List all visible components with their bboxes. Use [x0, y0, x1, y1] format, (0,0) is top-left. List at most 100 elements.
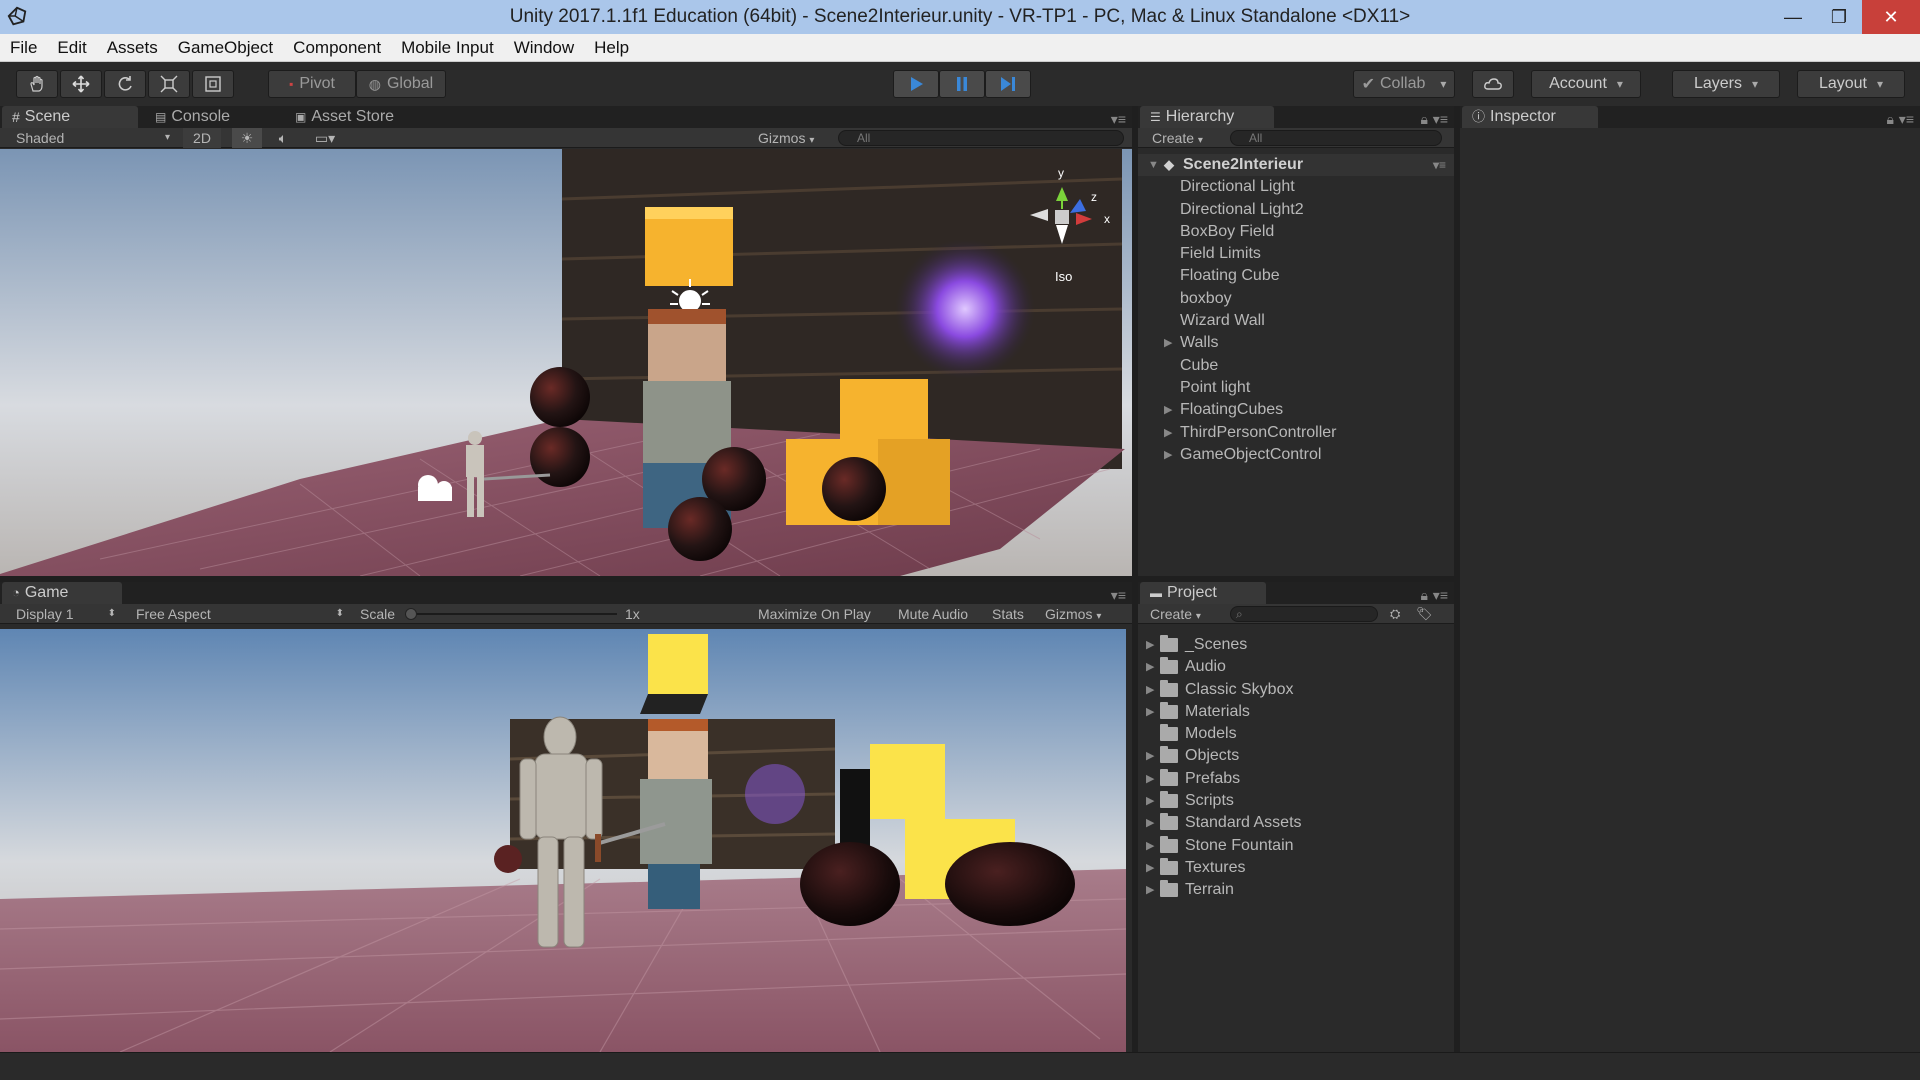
scene-options-icon[interactable]: ▾≡: [1433, 154, 1446, 176]
audio-toggle-icon[interactable]: 🔈︎: [268, 128, 298, 148]
scene-root-row[interactable]: ▼ ◆ Scene2Interieur ▾≡: [1138, 154, 1454, 177]
collab-dropdown[interactable]: ✔ Collab: [1353, 70, 1455, 98]
expand-arrow-icon[interactable]: ▶: [1164, 399, 1172, 421]
project-folder-item[interactable]: ▶ Terrain: [1138, 879, 1454, 901]
aspect-dropdown[interactable]: Free Aspect ⬍: [136, 604, 348, 624]
expand-arrow-icon[interactable]: ▶: [1146, 857, 1154, 879]
tab-console[interactable]: ▤ Console: [145, 106, 240, 128]
project-create-dropdown[interactable]: Create ▾: [1150, 604, 1220, 624]
expand-arrow-icon[interactable]: ▶: [1146, 701, 1154, 723]
hierarchy-item[interactable]: ▶ FloatingCubes: [1138, 399, 1454, 421]
menu-component[interactable]: Component: [283, 34, 391, 61]
panel-menu-icon[interactable]: ▾≡: [1433, 587, 1448, 604]
slider-thumb[interactable]: [405, 608, 417, 620]
layout-dropdown[interactable]: Layout: [1797, 70, 1905, 98]
mute-audio-toggle[interactable]: Mute Audio: [898, 604, 968, 624]
menu-gameobject[interactable]: GameObject: [168, 34, 283, 61]
filter-by-label-icon[interactable]: 🏷︎: [1416, 604, 1433, 624]
tab-game[interactable]: ◔ Game: [2, 582, 122, 604]
maximize-on-play-toggle[interactable]: Maximize On Play: [758, 604, 871, 624]
shading-mode-dropdown[interactable]: Shaded ▾: [16, 128, 176, 148]
effects-dropdown-icon[interactable]: ▭▾: [305, 128, 345, 148]
hierarchy-item[interactable]: BoxBoy Field: [1138, 221, 1454, 243]
hierarchy-item[interactable]: boxboy: [1138, 288, 1454, 310]
expand-arrow-icon[interactable]: ▶: [1146, 679, 1154, 701]
lock-icon[interactable]: 🔒︎: [1887, 111, 1894, 128]
layers-dropdown[interactable]: Layers: [1672, 70, 1780, 98]
lock-icon[interactable]: 🔒︎: [1421, 587, 1428, 604]
tab-inspector[interactable]: ⓘ Inspector: [1462, 106, 1598, 128]
lighting-toggle-icon[interactable]: ☀: [232, 128, 262, 148]
project-folder-item[interactable]: ▶ Scripts: [1138, 790, 1454, 812]
gizmos-dropdown[interactable]: Gizmos ▾: [758, 128, 828, 148]
expand-arrow-icon[interactable]: ▶: [1146, 790, 1154, 812]
panel-menu-icon[interactable]: ▾≡: [1899, 111, 1914, 128]
expand-arrow-icon[interactable]: ▶: [1164, 332, 1172, 354]
project-folder-item[interactable]: ▶ Textures: [1138, 857, 1454, 879]
rect-tool-button[interactable]: [192, 70, 234, 98]
play-button[interactable]: [893, 70, 939, 98]
lock-icon[interactable]: 🔒︎: [1421, 111, 1428, 128]
project-folder-item[interactable]: ▶ Prefabs: [1138, 768, 1454, 790]
expand-arrow-icon[interactable]: ▶: [1146, 768, 1154, 790]
expand-arrow-icon[interactable]: ▶: [1164, 422, 1172, 444]
expand-arrow-icon[interactable]: ▼: [1148, 154, 1159, 176]
display-dropdown[interactable]: Display 1 ⬍: [16, 604, 120, 624]
panel-menu-icon[interactable]: ▾≡: [1111, 587, 1126, 604]
panel-menu-icon[interactable]: ▾≡: [1433, 111, 1448, 128]
account-dropdown[interactable]: Account: [1531, 70, 1641, 98]
panel-menu-icon[interactable]: ▾≡: [1111, 111, 1126, 128]
hierarchy-item[interactable]: Directional Light: [1138, 176, 1454, 198]
menu-assets[interactable]: Assets: [97, 34, 168, 61]
project-folder-item[interactable]: ▶ Classic Skybox: [1138, 679, 1454, 701]
game-gizmos-dropdown[interactable]: Gizmos ▾: [1045, 604, 1119, 624]
2d-toggle-button[interactable]: 2D: [183, 128, 221, 148]
expand-arrow-icon[interactable]: ▶: [1146, 634, 1154, 656]
menu-mobile-input[interactable]: Mobile Input: [391, 34, 504, 61]
global-toggle-button[interactable]: ◍ Global: [356, 70, 446, 98]
filter-by-type-icon[interactable]: ⛭: [1390, 604, 1400, 624]
expand-arrow-icon[interactable]: ▶: [1146, 879, 1154, 901]
hierarchy-create-dropdown[interactable]: Create ▾: [1152, 128, 1222, 148]
pivot-toggle-button[interactable]: ▪ Pivot: [268, 70, 356, 98]
menu-window[interactable]: Window: [504, 34, 584, 61]
menu-file[interactable]: File: [0, 34, 47, 61]
hierarchy-search-input[interactable]: All: [1230, 130, 1442, 146]
tab-scene[interactable]: # Scene: [2, 106, 138, 128]
project-folder-item[interactable]: ▶ Materials: [1138, 701, 1454, 723]
tab-hierarchy[interactable]: ☰ Hierarchy: [1140, 106, 1274, 128]
hierarchy-item[interactable]: ▶ ThirdPersonController: [1138, 422, 1454, 444]
stats-toggle[interactable]: Stats: [992, 604, 1024, 624]
hierarchy-item[interactable]: ▶ Walls: [1138, 332, 1454, 354]
tab-asset-store[interactable]: ▣ Asset Store: [285, 106, 404, 128]
expand-arrow-icon[interactable]: ▶: [1146, 835, 1154, 857]
hierarchy-item[interactable]: Floating Cube: [1138, 265, 1454, 287]
menu-help[interactable]: Help: [584, 34, 639, 61]
menu-edit[interactable]: Edit: [47, 34, 96, 61]
hierarchy-item[interactable]: ▶ GameObjectControl: [1138, 444, 1454, 466]
game-viewport[interactable]: [0, 629, 1126, 1052]
hierarchy-item[interactable]: Field Limits: [1138, 243, 1454, 265]
expand-arrow-icon[interactable]: ▶: [1146, 812, 1154, 834]
projection-label[interactable]: Iso: [1055, 269, 1072, 284]
rotate-tool-button[interactable]: [104, 70, 146, 98]
minimize-button[interactable]: —: [1770, 0, 1816, 34]
hierarchy-item[interactable]: Directional Light2: [1138, 199, 1454, 221]
expand-arrow-icon[interactable]: ▶: [1146, 656, 1154, 678]
maximize-button[interactable]: ❐: [1816, 0, 1862, 34]
tab-project[interactable]: ▬ Project: [1140, 582, 1266, 604]
project-search-input[interactable]: ⌕: [1230, 606, 1378, 622]
hierarchy-item[interactable]: Point light: [1138, 377, 1454, 399]
project-folder-item[interactable]: ▶ Stone Fountain: [1138, 835, 1454, 857]
hand-tool-button[interactable]: [16, 70, 58, 98]
cloud-services-button[interactable]: [1472, 70, 1514, 98]
project-folder-item[interactable]: ▶ Audio: [1138, 656, 1454, 678]
scale-tool-button[interactable]: [148, 70, 190, 98]
project-folder-item[interactable]: ▶ _Scenes: [1138, 634, 1454, 656]
scene-viewport[interactable]: y z x Iso: [0, 149, 1132, 576]
hierarchy-item[interactable]: Cube: [1138, 355, 1454, 377]
hierarchy-item[interactable]: Wizard Wall: [1138, 310, 1454, 332]
project-folder-item[interactable]: Models: [1138, 723, 1454, 745]
expand-arrow-icon[interactable]: ▶: [1164, 444, 1172, 466]
close-button[interactable]: ✕: [1862, 0, 1920, 34]
